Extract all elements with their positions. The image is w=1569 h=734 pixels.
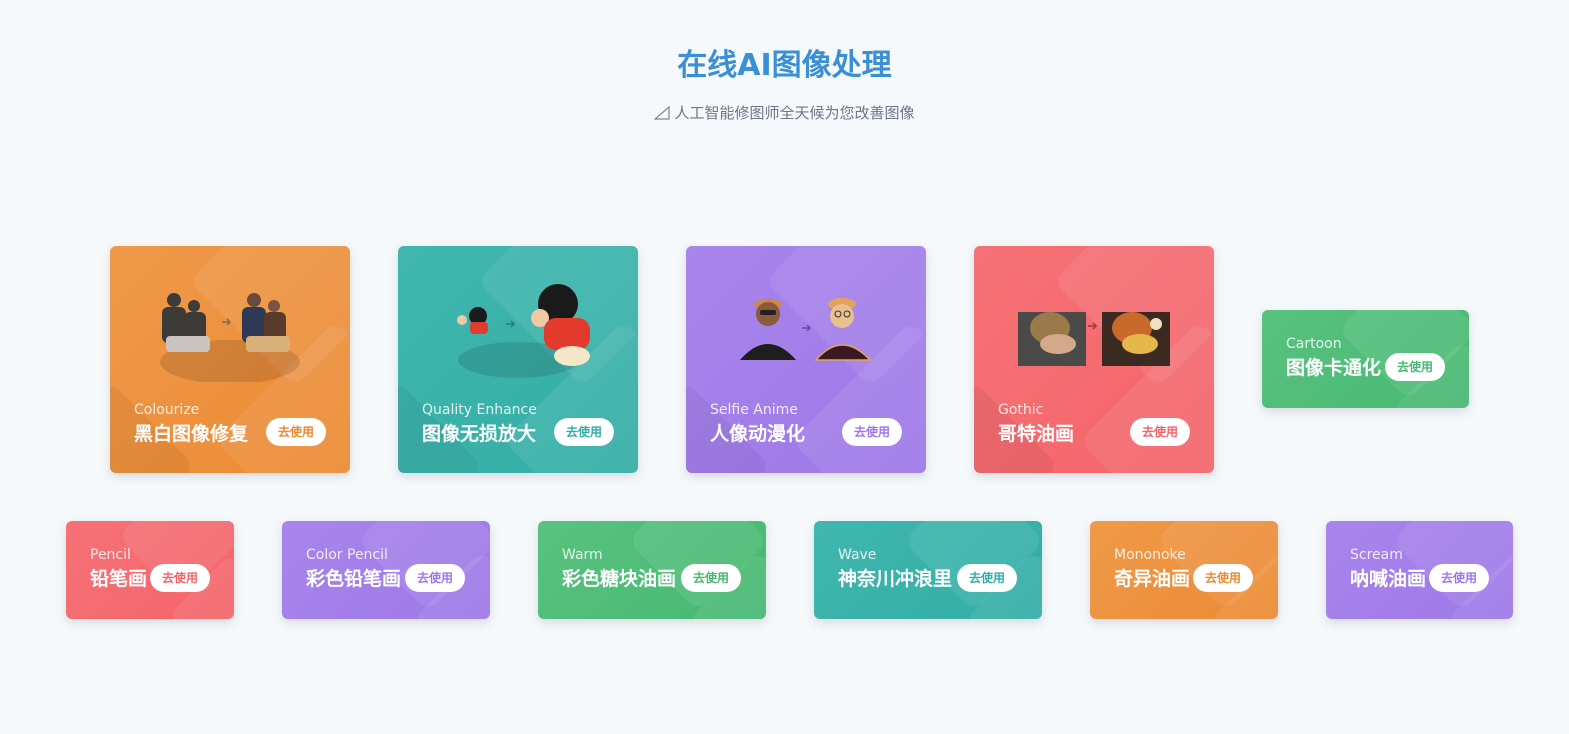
use-button[interactable]: 去使用 (1429, 564, 1489, 592)
tool-card-warm[interactable]: Warm 彩色糖块油画 去使用 (538, 521, 766, 619)
tool-cn-label: 彩色糖块油画 (562, 568, 677, 590)
use-button[interactable]: 去使用 (1193, 564, 1253, 592)
tool-card-wave[interactable]: Wave 神奈川冲浪里 去使用 (814, 521, 1042, 619)
tool-cn-label: 铅笔画 (90, 568, 148, 590)
tool-card-color-pencil[interactable]: Color Pencil 彩色铅笔画 去使用 (282, 521, 490, 619)
tool-card-cartoon[interactable]: Cartoon 图像卡通化 去使用 (1262, 310, 1469, 408)
tool-en-label: Cartoon (1286, 336, 1342, 352)
tool-en-label: Mononoke (1114, 547, 1186, 563)
tool-en-label: Quality Enhance (422, 402, 537, 418)
tool-cn-label: 图像卡通化 (1286, 357, 1382, 379)
gothic-preview-image (1018, 312, 1170, 366)
use-button[interactable]: 去使用 (405, 564, 465, 592)
triangle-icon (654, 106, 671, 120)
tool-card-mononoke[interactable]: Mononoke 奇异油画 去使用 (1090, 521, 1278, 619)
tool-cn-label: 哥特油画 (998, 423, 1075, 445)
tool-cn-label: 呐喊油画 (1350, 568, 1427, 590)
tool-en-label: Gothic (998, 402, 1044, 418)
tool-card-gothic[interactable]: Gothic 哥特油画 去使用 (974, 246, 1214, 473)
use-button[interactable]: 去使用 (1385, 353, 1445, 381)
tool-cn-label: 黑白图像修复 (134, 423, 249, 445)
tool-en-label: Scream (1350, 547, 1403, 563)
use-button[interactable]: 去使用 (1130, 418, 1190, 446)
tool-card-selfie-anime[interactable]: Selfie Anime 人像动漫化 去使用 (686, 246, 926, 473)
tool-card-scream[interactable]: Scream 呐喊油画 去使用 (1326, 521, 1513, 619)
page-title: 在线AI图像处理 (677, 48, 892, 83)
tool-en-label: Warm (562, 547, 603, 563)
use-button[interactable]: 去使用 (957, 564, 1017, 592)
use-button[interactable]: 去使用 (150, 564, 210, 592)
tool-card-pencil[interactable]: Pencil 铅笔画 去使用 (66, 521, 234, 619)
tool-en-label: Colourize (134, 402, 200, 418)
use-button[interactable]: 去使用 (842, 418, 902, 446)
use-button[interactable]: 去使用 (681, 564, 741, 592)
tool-card-colourize[interactable]: Colourize 黑白图像修复 去使用 (110, 246, 350, 473)
tool-en-label: Wave (838, 547, 877, 563)
tool-cn-label: 神奈川冲浪里 (838, 568, 953, 590)
tool-en-label: Color Pencil (306, 547, 388, 563)
subtitle-text: 人工智能修图师全天候为您改善图像 (674, 104, 915, 122)
tool-card-quality-enhance[interactable]: Quality Enhance 图像无损放大 去使用 (398, 246, 638, 473)
tool-cn-label: 彩色铅笔画 (306, 568, 402, 590)
tool-cn-label: 奇异油画 (1114, 568, 1191, 590)
tool-en-label: Pencil (90, 547, 131, 563)
use-button[interactable]: 去使用 (554, 418, 614, 446)
page-subtitle: 人工智能修图师全天候为您改善图像 (0, 102, 1569, 123)
tool-en-label: Selfie Anime (710, 402, 798, 418)
enhance-preview-image (457, 284, 590, 378)
tool-cn-label: 人像动漫化 (710, 423, 806, 445)
colourize-preview-image (160, 293, 300, 382)
use-button[interactable]: 去使用 (266, 418, 326, 446)
tool-cn-label: 图像无损放大 (422, 423, 537, 445)
anime-preview-image (740, 298, 872, 361)
